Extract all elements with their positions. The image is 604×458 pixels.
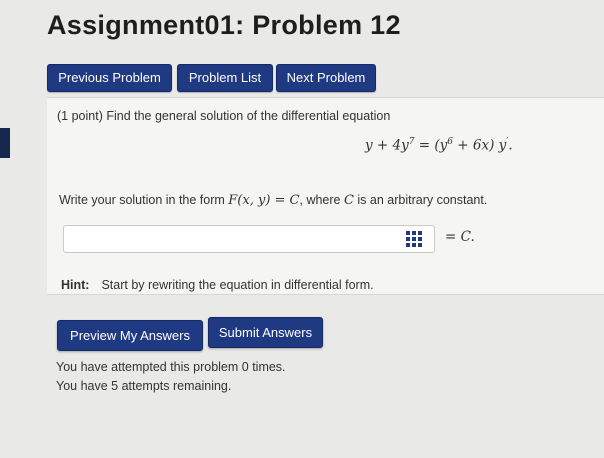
hint-text: Start by rewriting the equation in diffe… [101,278,374,292]
differential-equation: y + 4y7 = (y6 + 6x) y′. [365,137,513,154]
preview-answers-button[interactable]: Preview My Answers [57,320,203,351]
instruction-form: F(x, y) = C [228,193,300,208]
answer-input[interactable] [63,225,435,253]
grid-icon[interactable] [406,231,422,247]
problem-panel: (1 point) Find the general solution of t… [47,97,604,295]
instruction-constant: C [343,193,354,208]
instruction-mid: , where [299,193,344,207]
instruction-suffix: is an arbitrary constant. [353,193,488,207]
side-tab-handle[interactable] [0,128,10,158]
hint-label: Hint: [61,278,90,292]
previous-problem-button[interactable]: Previous Problem [47,64,172,92]
answer-suffix: = C. [445,229,475,245]
attempts-remaining-text: You have 5 attempts remaining. [56,379,232,393]
page-title: Assignment01: Problem 12 [47,10,401,40]
solution-instruction: Write your solution in the form F(x, y) … [59,193,487,208]
hint: Hint: Start by rewriting the equation in … [61,278,374,292]
submit-answers-button[interactable]: Submit Answers [208,317,323,348]
next-problem-button[interactable]: Next Problem [276,64,376,92]
instruction-prefix: Write your solution in the form [59,193,229,207]
problem-list-button[interactable]: Problem List [177,64,273,92]
problem-intro: (1 point) Find the general solution of t… [57,109,391,123]
attempts-made-text: You have attempted this problem 0 times. [56,360,286,374]
